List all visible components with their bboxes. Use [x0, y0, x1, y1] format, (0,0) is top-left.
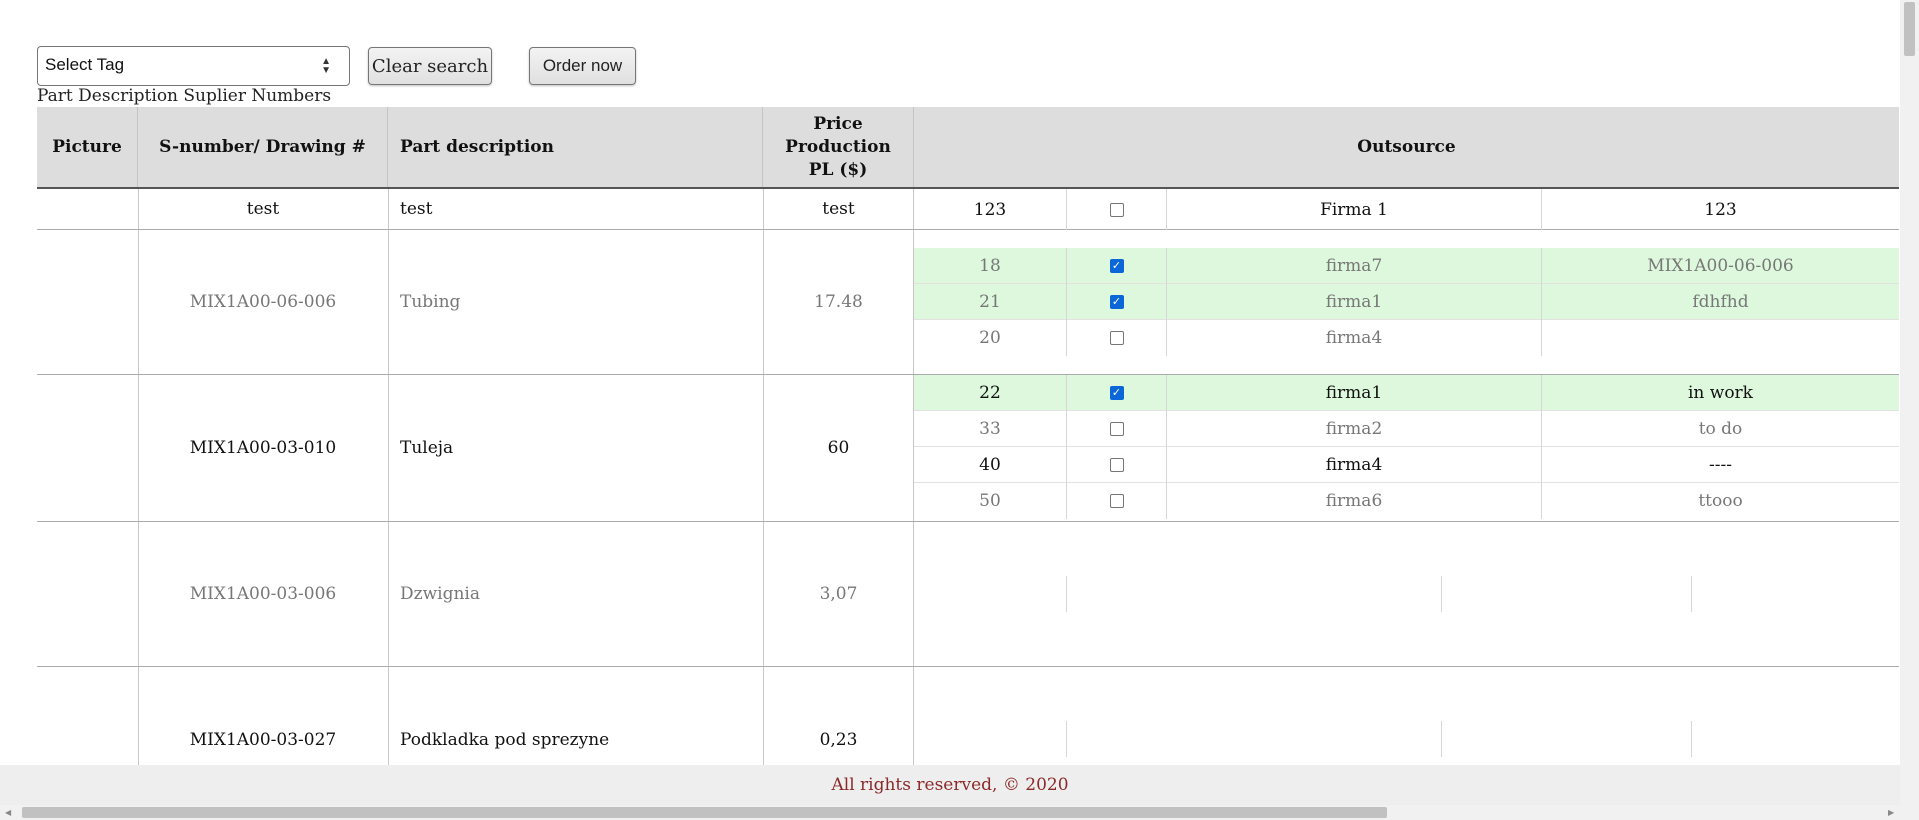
outsource-subrow[interactable]: 20 firma4	[914, 320, 1899, 356]
outsource-firm: firma1	[1166, 375, 1541, 411]
outsource-note: ----	[1541, 447, 1899, 483]
horizontal-scrollbar-thumb[interactable]	[22, 807, 1387, 818]
col-picture[interactable]: Picture	[37, 107, 138, 187]
page-subtitle: Part Description Suplier Numbers	[37, 86, 332, 106]
parts-table: Picture S-number/ Drawing # Part descrip…	[37, 107, 1899, 765]
outsource-qty: 33	[979, 419, 1001, 439]
outsource-checkbox-cell: ✓	[1066, 284, 1166, 320]
grid-line	[1441, 576, 1442, 612]
part-description-cell: Tuleja	[400, 438, 454, 458]
outsource-subrow[interactable]: 40 firma4 ----	[914, 447, 1899, 483]
table-row[interactable]: MIX1A00-03-027 Podkladka pod sprezyne 0,…	[37, 667, 1899, 765]
footer-copyright: All rights reserved, © 2020	[831, 775, 1069, 795]
order-now-button[interactable]: Order now	[529, 47, 636, 85]
filter-part-description[interactable]: test	[388, 189, 763, 229]
outsource-subrow[interactable]: 50 firma6 ttooo	[914, 483, 1899, 519]
grid-line	[1066, 721, 1067, 757]
filter-s-number[interactable]: test	[138, 189, 388, 229]
filter-outsource-qty[interactable]: 123	[914, 189, 1066, 230]
outsource-subrow[interactable]: 18 ✓ firma7 MIX1A00-06-006	[914, 248, 1899, 284]
col-outsource[interactable]: Outsource	[914, 107, 1899, 187]
price-cell: 0,23	[819, 729, 858, 750]
scroll-left-icon[interactable]: ◀	[5, 808, 11, 817]
outsource-checkbox[interactable]	[1109, 494, 1124, 508]
tag-select[interactable]: Select Tag ▲ ▼	[37, 46, 350, 86]
outsource-qty: 50	[979, 491, 1001, 511]
outsource-note: MIX1A00-06-006	[1541, 248, 1899, 284]
outsource-note: ttooo	[1541, 483, 1899, 519]
filter-outsource-checkbox-cell	[1066, 189, 1166, 230]
outsource-note: in work	[1541, 375, 1899, 411]
col-s-number[interactable]: S-number/ Drawing #	[138, 107, 388, 187]
outsource-checkbox[interactable]	[1109, 422, 1124, 436]
outsource-checkbox-cell: ✓	[1066, 248, 1166, 284]
outsource-qty: 21	[979, 292, 1001, 312]
table-row[interactable]: MIX1A00-06-006 Tubing 17.48 18 ✓ firma7 …	[37, 230, 1899, 375]
outsource-firm: firma4	[1166, 447, 1541, 483]
outsource-checkbox-cell	[1066, 447, 1166, 483]
table-header: Picture S-number/ Drawing # Part descrip…	[37, 107, 1899, 189]
outsource-checkbox[interactable]	[1109, 331, 1124, 345]
price-cell: 3,07	[819, 584, 858, 604]
filter-outsource-firm[interactable]: Firma 1	[1166, 189, 1541, 230]
footer: All rights reserved, © 2020	[0, 765, 1900, 805]
scroll-right-icon[interactable]: ▶	[1888, 808, 1894, 817]
table-row[interactable]: MIX1A00-03-010 Tuleja 60 22 ✓ firma1 in …	[37, 375, 1899, 522]
clear-search-button[interactable]: Clear search	[368, 47, 492, 85]
grid-line	[1691, 721, 1692, 757]
grid-line	[1691, 576, 1692, 612]
outsource-subrow[interactable]: 21 ✓ firma1 fdhfhd	[914, 284, 1899, 320]
outsource-empty	[914, 721, 1899, 757]
outsource-checkbox-cell	[1066, 411, 1166, 447]
s-number-cell: MIX1A00-06-006	[189, 292, 337, 312]
part-description-cell: Podkladka pod sprezyne	[400, 729, 610, 750]
outsource-firm: firma1	[1166, 284, 1541, 320]
tag-select-value: Select Tag	[45, 55, 125, 74]
part-description-cell: Dzwignia	[400, 584, 480, 604]
s-number-cell: MIX1A00-03-006	[189, 584, 337, 604]
outsource-note: to do	[1541, 411, 1899, 447]
outsource-firm: firma6	[1166, 483, 1541, 519]
horizontal-scrollbar[interactable]: ◀ ▶	[0, 805, 1919, 820]
outsource-qty: 22	[979, 383, 1001, 403]
vertical-scrollbar[interactable]	[1900, 0, 1919, 805]
outsource-firm: firma4	[1166, 320, 1541, 356]
outsource-note	[1541, 320, 1899, 356]
outsource-checkbox-cell	[1066, 483, 1166, 519]
outsource-note: fdhfhd	[1541, 284, 1899, 320]
select-arrows-icon: ▲ ▼	[321, 56, 331, 76]
table-row[interactable]: MIX1A00-03-006 Dzwignia 3,07	[37, 522, 1899, 667]
outsource-checkbox[interactable]: ✓	[1109, 386, 1124, 400]
outsource-qty: 20	[979, 328, 1001, 348]
outsource-qty: 40	[979, 455, 1001, 475]
price-cell: 60	[827, 438, 850, 458]
col-part-description[interactable]: Part description	[388, 107, 763, 187]
vertical-scrollbar-thumb[interactable]	[1904, 2, 1915, 56]
outsource-empty	[914, 576, 1899, 612]
part-description-cell: Tubing	[400, 292, 461, 312]
col-price[interactable]: Price Production PL ($)	[763, 107, 914, 187]
outsource-subrow[interactable]: 33 firma2 to do	[914, 411, 1899, 447]
outsource-checkbox-cell: ✓	[1066, 375, 1166, 411]
filter-outsource-checkbox[interactable]	[1109, 202, 1124, 217]
grid-line	[1066, 576, 1067, 612]
outsource-subrow[interactable]: 22 ✓ firma1 in work	[914, 375, 1899, 411]
outsource-checkbox-cell	[1066, 320, 1166, 356]
outsource-checkbox[interactable]: ✓	[1109, 259, 1124, 273]
s-number-cell: MIX1A00-03-010	[189, 438, 337, 458]
outsource-checkbox[interactable]	[1109, 458, 1124, 472]
outsource-checkbox[interactable]: ✓	[1109, 295, 1124, 309]
outsource-firm: firma7	[1166, 248, 1541, 284]
filter-price[interactable]: test	[763, 189, 914, 229]
price-cell: 17.48	[814, 292, 863, 312]
filter-row: test test test 123 Firma 1 123	[37, 189, 1899, 230]
outsource-firm: firma2	[1166, 411, 1541, 447]
grid-line	[1441, 721, 1442, 757]
filter-outsource-note[interactable]: 123	[1541, 189, 1899, 230]
outsource-qty: 18	[979, 256, 1001, 276]
s-number-cell: MIX1A00-03-027	[189, 729, 337, 750]
